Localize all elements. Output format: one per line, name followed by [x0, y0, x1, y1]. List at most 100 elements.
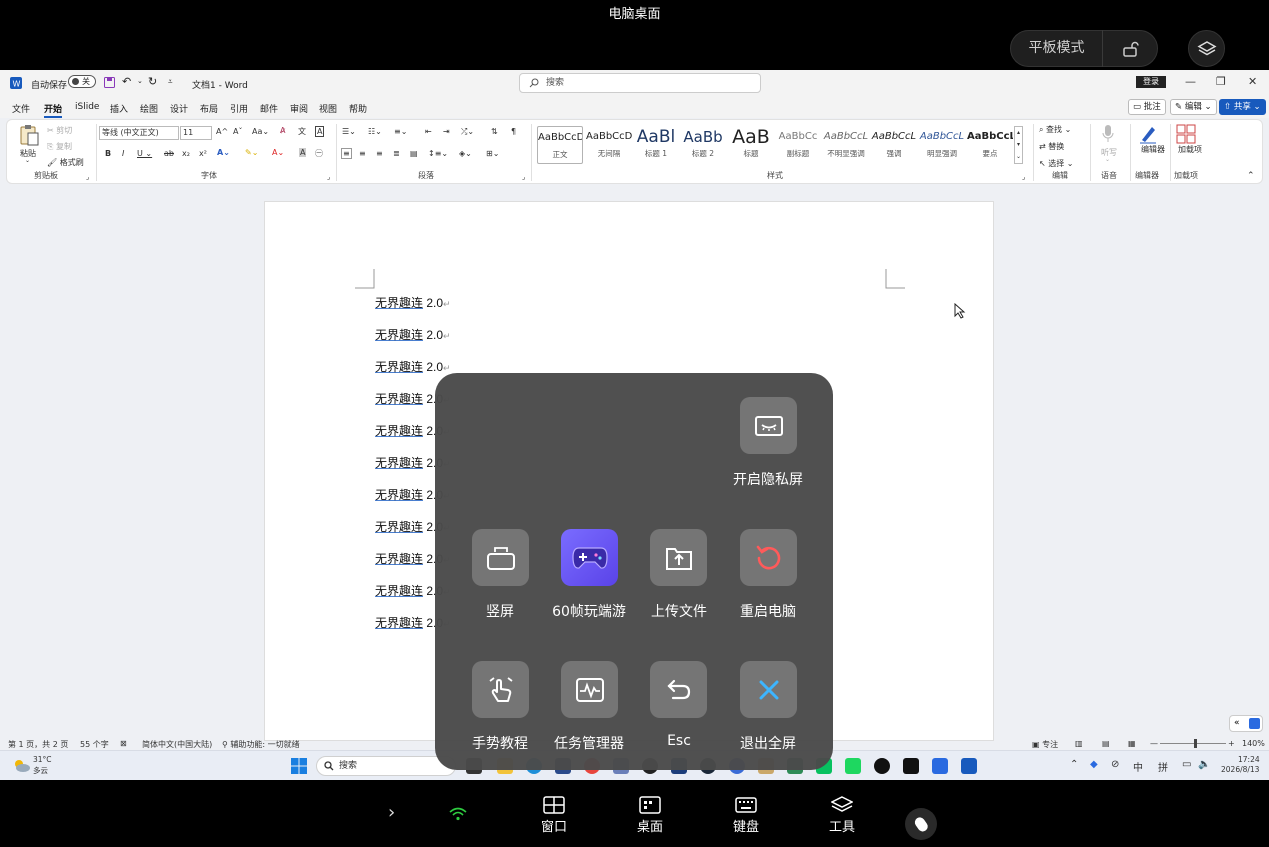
borders-icon[interactable]: ⊞⌄: [486, 149, 499, 158]
portrait-button[interactable]: [472, 529, 529, 586]
tray-app-icon[interactable]: ⊘: [1111, 759, 1119, 770]
weather-desc[interactable]: 多云: [33, 765, 48, 776]
addins-button-label[interactable]: 加载项: [1178, 145, 1202, 154]
minimize-icon[interactable]: —: [1185, 75, 1196, 88]
show-marks-icon[interactable]: ¶: [511, 127, 516, 136]
numbering-icon[interactable]: ☷⌄: [368, 127, 382, 136]
print-layout-icon[interactable]: ▤: [1102, 739, 1110, 748]
copilot-widget[interactable]: «: [1229, 715, 1263, 732]
style-heading-1[interactable]: AaBl 标题 1: [633, 126, 679, 164]
decrease-indent-icon[interactable]: ⇤: [425, 127, 432, 136]
save-icon[interactable]: [104, 77, 115, 88]
italic-icon[interactable]: I: [122, 149, 124, 158]
restart-pc-button[interactable]: [740, 529, 797, 586]
editor-button-label[interactable]: 编辑器: [1141, 145, 1165, 154]
game-60fps-button[interactable]: [561, 529, 618, 586]
editing-mode-button[interactable]: ✎ 编辑 ⌄: [1170, 99, 1217, 115]
doc-paragraph[interactable]: 无界趣连 2.0↵: [375, 326, 451, 343]
subscript-icon[interactable]: x₂: [182, 149, 190, 158]
tab-review[interactable]: 审阅: [290, 102, 308, 115]
paste-icon[interactable]: [19, 124, 39, 146]
zoom-level[interactable]: 140%: [1242, 739, 1265, 748]
font-name-select[interactable]: 等线 (中文正文): [99, 126, 179, 140]
comments-button[interactable]: ▭ 批注: [1128, 99, 1166, 115]
esc-button[interactable]: [650, 661, 707, 718]
unlock-icon[interactable]: [1103, 40, 1157, 58]
app-icon[interactable]: [874, 758, 890, 774]
floating-mouse-button[interactable]: [905, 808, 937, 840]
text-effects-icon[interactable]: A⌄: [217, 148, 230, 157]
styles-scroll[interactable]: ▴ ▾ ⌄: [1014, 126, 1023, 164]
distributed-icon[interactable]: ▤: [410, 149, 418, 158]
microphone-icon[interactable]: [1101, 124, 1115, 144]
shrink-font-icon[interactable]: Aˇ: [233, 127, 242, 136]
font-launcher-icon[interactable]: ⌟: [327, 173, 330, 181]
align-center-icon[interactable]: ≡: [359, 149, 366, 158]
window-button[interactable]: 窗口: [529, 796, 579, 835]
exit-fullscreen-button[interactable]: [740, 661, 797, 718]
cut-button[interactable]: ✂ 剪切: [47, 125, 72, 136]
addins-icon[interactable]: [1176, 124, 1196, 144]
paste-dropdown-icon[interactable]: ⌄: [25, 157, 30, 164]
app-icon[interactable]: [932, 758, 948, 774]
web-layout-icon[interactable]: ▦: [1128, 739, 1136, 748]
zoom-in-icon[interactable]: +: [1228, 739, 1235, 748]
restore-icon[interactable]: ❐: [1216, 75, 1226, 88]
read-mode-icon[interactable]: ▥: [1075, 739, 1083, 748]
multilevel-list-icon[interactable]: ≡⌄: [394, 127, 407, 136]
enclose-char-icon[interactable]: A: [315, 126, 325, 137]
font-size-select[interactable]: 11: [180, 126, 212, 140]
chevron-left-icon[interactable]: «: [1234, 718, 1240, 728]
sort-icon[interactable]: ⇅: [491, 127, 498, 136]
weather-icon[interactable]: [12, 757, 30, 773]
align-right-icon[interactable]: ≡: [376, 149, 383, 158]
select-button[interactable]: ↖ 选择 ⌄: [1039, 158, 1074, 169]
editor-icon[interactable]: [1138, 124, 1158, 144]
desktop-button[interactable]: 桌面: [625, 796, 675, 835]
strikethrough-icon[interactable]: ab: [164, 149, 174, 158]
tab-references[interactable]: 引用: [230, 102, 248, 115]
page-count-status[interactable]: 第 1 页，共 2 页: [8, 739, 68, 750]
undo-dropdown-icon[interactable]: ⌄: [137, 77, 143, 85]
shading-icon[interactable]: ◈⌄: [459, 149, 472, 158]
style-no-spacing[interactable]: AaBbCcD 无间隔: [586, 126, 632, 164]
word-taskbar-icon[interactable]: [961, 758, 977, 774]
copy-button[interactable]: ⎘ 复制: [47, 141, 72, 152]
tab-draw[interactable]: 绘图: [140, 102, 158, 115]
grow-font-icon[interactable]: A^: [216, 127, 228, 136]
weather-temp[interactable]: 31°C: [33, 755, 52, 764]
chinese-layout-icon[interactable]: ⤮⌄: [461, 127, 474, 137]
tab-mailings[interactable]: 邮件: [260, 102, 278, 115]
enclosed-chars-icon[interactable]: ㊀: [315, 148, 323, 159]
format-painter-button[interactable]: 🖌 格式刷: [47, 157, 84, 168]
superscript-icon[interactable]: x²: [199, 149, 207, 158]
gesture-tutorial-button[interactable]: [472, 661, 529, 718]
clipboard-launcher-icon[interactable]: ⌟: [86, 173, 89, 181]
collapse-ribbon-icon[interactable]: ⌃: [1247, 171, 1255, 181]
assistant-icon[interactable]: [1249, 718, 1260, 729]
tab-design[interactable]: 设计: [170, 102, 188, 115]
style-subtle-emphasis[interactable]: AaBbCcL 不明显强调: [823, 126, 869, 164]
privacy-screen-button[interactable]: [740, 397, 797, 454]
tablet-mode-pill[interactable]: 平板模式: [1010, 30, 1158, 67]
font-color-icon[interactable]: A⌄: [272, 148, 284, 157]
zoom-out-icon[interactable]: —: [1150, 739, 1158, 748]
char-shading-icon[interactable]: A: [299, 148, 307, 157]
clear-format-icon[interactable]: A̷: [280, 126, 285, 135]
taskbar-search[interactable]: 搜索: [316, 756, 456, 776]
undo-icon[interactable]: ↶: [122, 75, 131, 88]
proofing-icon[interactable]: ⊠: [120, 739, 127, 748]
volume-icon[interactable]: 🔈: [1198, 759, 1210, 770]
doc-paragraph[interactable]: 无界趣连 2.0↵: [375, 358, 451, 375]
style-subtitle[interactable]: AaBbCc 副标题: [775, 126, 821, 164]
customize-qat-icon[interactable]: ⩡: [168, 77, 173, 87]
redo-icon[interactable]: ↻: [148, 75, 157, 88]
bold-icon[interactable]: B: [105, 149, 111, 158]
highlight-icon[interactable]: ✎⌄: [245, 148, 258, 157]
style-title[interactable]: AaB 标题: [728, 126, 774, 164]
chevron-right-icon[interactable]: ›: [388, 802, 395, 823]
doc-paragraph[interactable]: 无界趣连 2.0↵: [375, 294, 451, 311]
replace-button[interactable]: ⇄ 替换: [1039, 141, 1064, 152]
clock-time[interactable]: 17:24: [1238, 755, 1260, 764]
find-button[interactable]: ⌕ 查找 ⌄: [1039, 124, 1071, 135]
